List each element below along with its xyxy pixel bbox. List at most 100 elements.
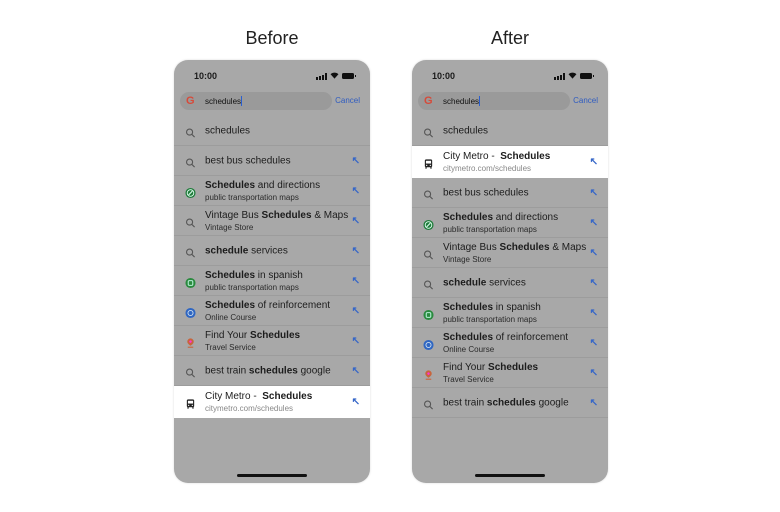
suggestion-subtitle: citymetro.com/schedules	[443, 164, 532, 173]
compass-icon	[423, 217, 434, 230]
search-input[interactable]: Gschedules	[180, 92, 332, 110]
suggestion-row[interactable]: schedule services ↖	[174, 236, 370, 266]
suggestion-row[interactable]: Schedules of reinforcement Online Course ↖	[174, 296, 370, 326]
search-query[interactable]: schedules	[205, 96, 243, 106]
fill-query-arrow-icon[interactable]: ↖	[352, 335, 360, 346]
suggestion-row[interactable]: Vintage Bus Schedules & Maps Vintage Stor…	[174, 206, 370, 236]
suggestion-title: Find Your Schedules	[443, 362, 538, 373]
blue-app-icon	[185, 305, 196, 318]
suggestion-row[interactable]: Schedules of reinforcement Online Course ↖	[412, 328, 608, 358]
title-match: Schedules	[499, 241, 550, 253]
bus-icon	[185, 397, 196, 409]
google-logo-icon: G	[186, 95, 195, 107]
fill-query-arrow-icon[interactable]: ↖	[590, 157, 598, 168]
suggestion-text: Schedules in spanish public transportatio…	[443, 302, 541, 324]
suggestion-row[interactable]: Schedules in spanish public transportatio…	[412, 298, 608, 328]
fill-query-arrow-icon[interactable]: ↖	[352, 155, 360, 166]
suggestion-row[interactable]: City Metro - Schedules citymetro.com/sche…	[174, 386, 370, 418]
suggestion-text: schedule services	[205, 245, 288, 256]
search-query[interactable]: schedules	[443, 96, 481, 106]
suggestion-row[interactable]: schedules	[174, 116, 370, 146]
suggestion-row[interactable]: Find Your Schedules Travel Service ↖	[174, 326, 370, 356]
suggestion-row[interactable]: schedule services ↖	[412, 268, 608, 298]
suggestion-row[interactable]: best train schedules google ↖	[412, 388, 608, 418]
title-segment: google	[297, 365, 331, 376]
status-icons	[554, 71, 594, 81]
fill-query-arrow-icon[interactable]: ↖	[352, 185, 360, 196]
home-indicator[interactable]	[475, 474, 545, 477]
search-icon	[423, 187, 434, 200]
suggestion-title: Schedules and directions	[205, 180, 320, 191]
fill-query-arrow-icon[interactable]: ↖	[590, 187, 598, 198]
cancel-button[interactable]: Cancel	[335, 96, 360, 105]
suggestion-row[interactable]: Find Your Schedules Travel Service ↖	[412, 358, 608, 388]
suggestion-row[interactable]: best bus schedules ↖	[174, 146, 370, 176]
signal-icon	[554, 72, 565, 80]
search-query-text: schedules	[205, 97, 242, 106]
title-segment: & Maps	[549, 241, 587, 253]
search-input[interactable]: Gschedules	[418, 92, 570, 110]
suggestion-subtitle: Travel Service	[205, 342, 256, 352]
cancel-button[interactable]: Cancel	[573, 96, 598, 105]
title-segment: City Metro -	[205, 391, 263, 402]
suggestion-subtitle: public transportation maps	[443, 224, 537, 234]
wifi-icon	[568, 71, 577, 81]
title-segment: best train	[443, 397, 487, 408]
title-segment: Find Your	[443, 361, 489, 373]
search-icon	[423, 277, 434, 290]
fill-query-arrow-icon[interactable]: ↖	[352, 275, 360, 286]
home-indicator[interactable]	[237, 474, 307, 477]
fill-query-arrow-icon[interactable]: ↖	[590, 247, 598, 258]
fill-query-arrow-icon[interactable]: ↖	[352, 305, 360, 316]
fill-query-arrow-icon[interactable]: ↖	[590, 277, 598, 288]
suggestion-row[interactable]: Schedules and directions public transport…	[174, 176, 370, 206]
fill-query-arrow-icon[interactable]: ↖	[590, 307, 598, 318]
search-icon	[185, 155, 196, 168]
suggestion-row[interactable]: Schedules in spanish public transportatio…	[174, 266, 370, 296]
suggestion-row[interactable]: City Metro - Schedules citymetro.com/sche…	[412, 146, 608, 178]
search-icon	[185, 365, 196, 378]
fill-query-arrow-icon[interactable]: ↖	[352, 245, 360, 256]
suggestion-row[interactable]: best train schedules google ↖	[174, 356, 370, 386]
fill-query-arrow-icon[interactable]: ↖	[590, 217, 598, 228]
search-icon	[423, 247, 434, 260]
green-app-icon	[185, 275, 196, 288]
suggestion-title: best bus schedules	[443, 187, 529, 198]
text-cursor	[479, 96, 481, 106]
suggestion-text: best bus schedules	[443, 187, 529, 198]
suggestion-row[interactable]: schedules	[412, 116, 608, 146]
suggestion-subtitle: public transportation maps	[205, 282, 299, 292]
suggestion-row[interactable]: Schedules and directions public transport…	[412, 208, 608, 238]
fill-query-arrow-icon[interactable]: ↖	[590, 337, 598, 348]
title-match: Schedules	[250, 329, 301, 341]
suggestion-subtitle: public transportation maps	[443, 314, 537, 324]
suggestion-title: City Metro - Schedules	[443, 151, 550, 162]
suggestion-row[interactable]: best bus schedules ↖	[412, 178, 608, 208]
compass-icon	[185, 185, 196, 198]
title-segment: schedules	[443, 125, 489, 136]
suggestion-text: best train schedules google	[443, 397, 569, 408]
suggestion-subtitle: Online Course	[205, 312, 257, 322]
fill-query-arrow-icon[interactable]: ↖	[352, 397, 360, 408]
suggestion-title: best train schedules google	[205, 365, 331, 376]
search-query-text: schedules	[443, 97, 480, 106]
fill-query-arrow-icon[interactable]: ↖	[352, 365, 360, 376]
suggestion-text: Schedules of reinforcement Online Course	[205, 300, 330, 322]
suggestion-title: Find Your Schedules	[205, 330, 300, 341]
title-match: schedules	[486, 397, 536, 408]
fill-query-arrow-icon[interactable]: ↖	[590, 367, 598, 378]
title-segment: of reinforcement	[493, 331, 569, 343]
suggestion-title: best train schedules google	[443, 397, 569, 408]
suggestion-title: Schedules of reinforcement	[205, 300, 330, 311]
title-match: Schedules	[205, 299, 256, 311]
title-segment: Vintage Bus	[443, 241, 500, 253]
status-bar: 10:00	[194, 69, 356, 83]
title-match: Schedules	[262, 391, 313, 402]
fill-query-arrow-icon[interactable]: ↖	[590, 397, 598, 408]
status-time: 10:00	[432, 71, 456, 81]
suggestion-row[interactable]: Vintage Bus Schedules & Maps Vintage Stor…	[412, 238, 608, 268]
fill-query-arrow-icon[interactable]: ↖	[352, 215, 360, 226]
suggestion-text: best train schedules google	[205, 365, 331, 376]
title-match: Schedules	[261, 209, 312, 221]
title-match: Schedules	[443, 211, 494, 223]
